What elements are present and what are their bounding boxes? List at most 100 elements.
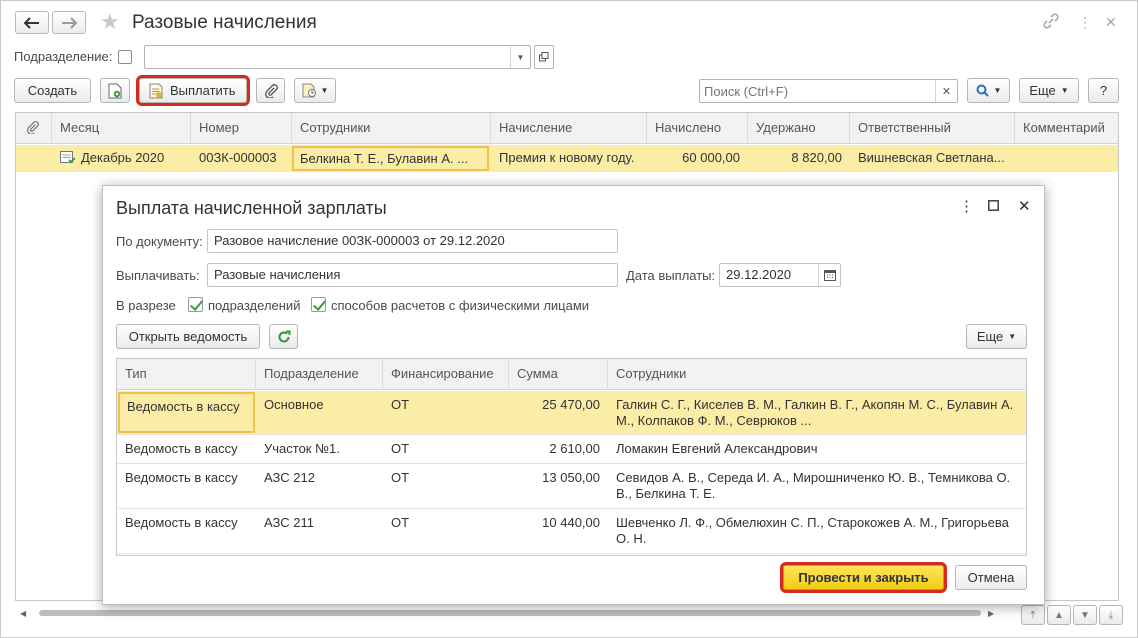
calendar-icon[interactable] xyxy=(818,264,840,286)
table-row[interactable]: Ведомость в кассу АЗС 211 ОТ 10 440,00 Ш… xyxy=(117,509,1026,554)
search-field[interactable]: ✕ xyxy=(699,79,958,103)
column-header[interactable]: Финансирование xyxy=(383,359,509,390)
table-row[interactable]: Декабрь 2020 00ЗК-000003 Белкина Т. Е., … xyxy=(16,145,1118,172)
column-header[interactable]: Удержано xyxy=(748,113,850,144)
more-vertical-icon[interactable]: ⋮ xyxy=(959,198,974,216)
chevron-down-icon: ▼ xyxy=(320,86,329,95)
statements-table: Тип Подразделение Финансирование Сумма С… xyxy=(116,358,1027,556)
employees-cell: Севидов А. В., Середа И. А., Мирошниченк… xyxy=(616,470,1011,501)
type-cell: Ведомость в кассу xyxy=(125,470,238,485)
division-cell: АЗС 211 xyxy=(264,515,314,530)
payment-methods-checkbox-label: способов расчетов с физическими лицами xyxy=(331,298,590,313)
forward-button[interactable] xyxy=(52,11,86,34)
comment-cell xyxy=(1015,145,1118,172)
close-icon[interactable]: ✕ xyxy=(1105,13,1117,31)
table-header: Месяц Номер Сотрудники Начисление Начисл… xyxy=(16,113,1118,144)
more-vertical-icon[interactable]: ⋮ xyxy=(1078,13,1092,31)
divisions-checkbox[interactable] xyxy=(188,297,203,312)
pay-document-icon xyxy=(149,83,163,98)
dialog-more-button[interactable]: Еще ▼ xyxy=(966,324,1027,349)
attach-button[interactable] xyxy=(256,78,285,103)
division-select[interactable]: ▼ xyxy=(144,45,531,69)
dialog-title: Выплата начисленной зарплаты xyxy=(116,198,387,218)
statements-header: Тип Подразделение Финансирование Сумма С… xyxy=(117,359,1026,390)
division-cell: Участок №1. xyxy=(264,441,340,456)
search-button[interactable]: ▼ xyxy=(967,78,1010,103)
refresh-button[interactable] xyxy=(269,324,298,349)
payment-methods-checkbox[interactable] xyxy=(311,297,326,312)
help-button[interactable]: ? xyxy=(1088,78,1119,103)
financing-cell: ОТ xyxy=(391,470,410,485)
scroll-left-icon[interactable]: ◀ xyxy=(20,609,26,618)
clear-search-icon[interactable]: ✕ xyxy=(935,80,957,102)
column-header[interactable]: Начисление xyxy=(491,113,647,144)
employees-cell: Галкин С. Г., Киселев В. М., Галкин В. Г… xyxy=(616,397,1014,428)
copy-button[interactable] xyxy=(100,78,130,103)
cancel-button[interactable]: Отмена xyxy=(955,565,1027,590)
open-division-button[interactable] xyxy=(534,45,554,69)
withheld-cell: 8 820,00 xyxy=(791,150,842,165)
search-input[interactable] xyxy=(704,83,932,99)
scroll-top-button[interactable]: ⤒ xyxy=(1021,605,1045,625)
division-label: Подразделение: xyxy=(14,49,113,64)
doc-label: По документу: xyxy=(116,234,203,249)
close-icon[interactable]: ✕ xyxy=(1018,198,1031,216)
employees-cell: Шевченко Л. Ф., Обмелюхин С. П., Староко… xyxy=(616,515,1009,546)
financing-cell: ОТ xyxy=(391,441,410,456)
table-row[interactable]: Ведомость в кассу Участок №1. ОТ 2 610,0… xyxy=(117,435,1026,464)
pay-button-label: Выплатить xyxy=(170,83,236,98)
chevron-down-icon: ▼ xyxy=(1080,609,1090,621)
division-checkbox[interactable] xyxy=(118,50,132,64)
table-row[interactable]: Ведомость в кассу Основное ОТ 25 470,00 … xyxy=(117,391,1026,435)
employees-cell-selected[interactable]: Белкина Т. Е., Булавин А. ... xyxy=(292,146,489,171)
column-header[interactable]: Подразделение xyxy=(256,359,383,390)
doc-field[interactable]: Разовое начисление 00ЗК-000003 от 29.12.… xyxy=(207,229,618,253)
column-header[interactable]: Сотрудники xyxy=(608,359,1026,390)
chevron-down-icon[interactable]: ▼ xyxy=(510,46,530,68)
maximize-icon[interactable] xyxy=(988,198,999,216)
month-cell: Декабрь 2020 xyxy=(52,145,191,172)
pay-date-label: Дата выплаты: xyxy=(626,268,716,283)
scroll-right-icon[interactable]: ▶ xyxy=(988,609,994,618)
column-header[interactable]: Сумма xyxy=(509,359,608,390)
back-button[interactable] xyxy=(15,11,49,34)
divisions-checkbox-label: подразделений xyxy=(208,298,301,313)
column-header[interactable]: Номер xyxy=(191,113,292,144)
more-button-label: Еще xyxy=(1029,83,1056,98)
column-header[interactable]: Тип xyxy=(117,359,256,390)
table-row[interactable]: Ведомость в кассу АЗС 212 ОТ 13 050,00 С… xyxy=(117,464,1026,509)
arrow-left-icon xyxy=(24,16,39,29)
column-header[interactable]: Сотрудники xyxy=(292,113,491,144)
chevron-down-icon: ▼ xyxy=(1060,86,1069,95)
pay-date-field[interactable]: 29.12.2020 xyxy=(719,263,841,287)
document-clock-icon xyxy=(302,83,316,98)
number-cell: 00ЗК-000003 xyxy=(199,150,277,165)
sum-cell: 25 470,00 xyxy=(542,397,600,412)
column-header[interactable]: Ответственный xyxy=(850,113,1015,144)
column-header[interactable]: Комментарий xyxy=(1015,113,1118,144)
horizontal-scrollbar[interactable]: ◀ ▶ xyxy=(15,605,1019,621)
pay-kind-label: Выплачивать: xyxy=(116,268,200,283)
type-cell-selected[interactable]: Ведомость в кассу xyxy=(118,392,255,433)
favorite-star-icon[interactable]: ★ xyxy=(100,9,120,35)
scrollbar-thumb[interactable] xyxy=(39,610,981,616)
post-and-close-button[interactable]: Провести и закрыть xyxy=(780,562,947,593)
search-icon xyxy=(976,84,989,97)
pay-button[interactable]: Выплатить xyxy=(136,75,250,106)
open-statement-button[interactable]: Открыть ведомость xyxy=(116,324,260,349)
column-header[interactable]: Начислено xyxy=(647,113,748,144)
create-button[interactable]: Создать xyxy=(14,78,91,103)
accrued-cell: 60 000,00 xyxy=(682,150,740,165)
print-menu-button[interactable]: ▼ xyxy=(294,78,336,103)
more-button[interactable]: Еще ▼ xyxy=(1019,78,1079,103)
pay-kind-field[interactable]: Разовые начисления xyxy=(207,263,618,287)
column-header[interactable]: Месяц xyxy=(52,113,191,144)
link-icon[interactable] xyxy=(1043,13,1059,33)
type-cell: Ведомость в кассу xyxy=(125,515,238,530)
refresh-icon xyxy=(278,330,290,342)
sum-cell: 2 610,00 xyxy=(549,441,600,456)
scroll-up-button[interactable]: ▲ xyxy=(1047,605,1071,625)
division-cell: Основное xyxy=(264,397,324,412)
scroll-down-button[interactable]: ▼ xyxy=(1073,605,1097,625)
scroll-bottom-button[interactable]: ⤓ xyxy=(1099,605,1123,625)
